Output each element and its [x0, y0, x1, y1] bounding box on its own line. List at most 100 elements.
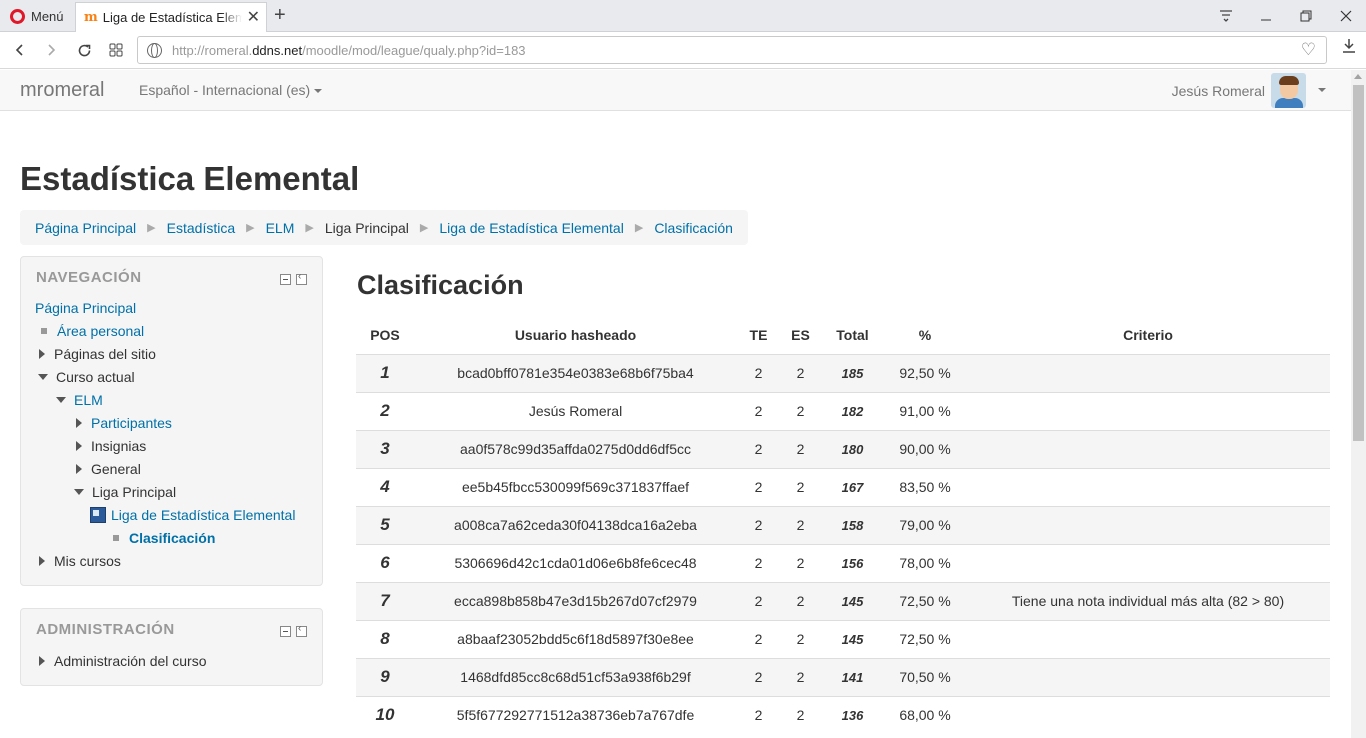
nav-item-label: Páginas del sitio	[54, 346, 156, 362]
breadcrumb-item[interactable]: Clasificación	[654, 220, 733, 236]
breadcrumb-item[interactable]: Página Principal	[35, 220, 136, 236]
nav-item-label: Curso actual	[56, 369, 135, 385]
cell-pos: 6	[356, 543, 414, 582]
bullet-icon	[113, 535, 119, 541]
nav-item-course-admin[interactable]: Administración del curso	[39, 653, 207, 669]
forward-icon[interactable]	[39, 38, 63, 62]
cell-te: 2	[737, 619, 780, 658]
block-minimize-icon[interactable]	[280, 626, 291, 637]
nav-item-elm[interactable]: ELM	[56, 392, 103, 408]
cell-total: 156	[821, 543, 884, 582]
table-row: 5 a008ca7a62ceda30f04138dca16a2eba 2 2 1…	[356, 505, 1330, 544]
column-header-user: Usuario hasheado	[414, 316, 737, 355]
nav-item-label: General	[91, 461, 141, 477]
user-menu-chevron-icon[interactable]	[1318, 88, 1326, 92]
cell-pos: 10	[356, 695, 414, 734]
cell-es: 2	[780, 391, 821, 430]
cell-es: 2	[780, 695, 821, 734]
cell-te: 2	[737, 505, 780, 544]
nav-item-badges[interactable]: Insignias	[76, 438, 146, 454]
cell-total: 167	[821, 467, 884, 506]
cell-percent: 90,00 %	[884, 429, 966, 468]
block-dock-icon[interactable]	[296, 271, 307, 285]
cell-es: 2	[780, 657, 821, 696]
bookmark-heart-icon[interactable]: ♡	[1301, 40, 1316, 60]
opera-menu-label: Menú	[31, 8, 64, 24]
table-header-row: POS Usuario hasheado TE ES Total % Crite…	[356, 316, 1330, 355]
cell-user: aa0f578c99d35affda0275d0dd6df5cc	[414, 429, 737, 468]
cell-user: a008ca7a62ceda30f04138dca16a2eba	[414, 505, 737, 544]
cell-criterio	[966, 467, 1330, 506]
breadcrumb-item[interactable]: ELM	[266, 220, 295, 236]
table-row: 4 ee5b45fbcc530099f569c371837ffaef 2 2 1…	[356, 467, 1330, 506]
url-field[interactable]: http://romeral.ddns.net/moodle/mod/leagu…	[137, 36, 1327, 64]
scroll-up-icon[interactable]	[1354, 74, 1362, 79]
nav-item-site-pages[interactable]: Páginas del sitio	[39, 346, 156, 362]
nav-item-league[interactable]: Liga de Estadística Elemental	[90, 507, 295, 523]
cell-total: 158	[821, 505, 884, 544]
nav-item-my-courses[interactable]: Mis cursos	[39, 553, 121, 569]
cell-user: a8baaf23052bdd5c6f18d5897f30e8ee	[414, 619, 737, 658]
browser-tab[interactable]: m Liga de Estadística Elemental ✕	[75, 2, 267, 32]
breadcrumb-separator-icon: ▶	[147, 222, 156, 234]
cell-es: 2	[780, 467, 821, 506]
chevron-down-icon	[314, 89, 323, 94]
cell-te: 2	[737, 695, 780, 734]
table-row: 3 aa0f578c99d35affda0275d0dd6df5cc 2 2 1…	[356, 429, 1330, 468]
site-brand[interactable]: mromeral	[20, 79, 104, 102]
breadcrumb-separator-icon: ▶	[305, 222, 314, 234]
block-dock-icon[interactable]	[296, 623, 307, 637]
cell-percent: 92,50 %	[884, 353, 966, 392]
nav-item-general[interactable]: General	[76, 461, 141, 477]
cell-es: 2	[780, 429, 821, 468]
cell-criterio	[966, 695, 1330, 734]
avatar[interactable]	[1271, 73, 1306, 108]
page-scrollbar[interactable]	[1351, 70, 1366, 738]
nav-item-label: Liga Principal	[92, 484, 177, 500]
tab-menu-icon[interactable]	[1206, 0, 1246, 32]
collapse-icon	[38, 374, 48, 380]
cell-user: Jesús Romeral	[414, 391, 737, 430]
globe-icon	[147, 42, 162, 58]
cell-user: ecca898b858b47e3d15b267d07cf2979	[414, 581, 737, 620]
cell-total: 145	[821, 581, 884, 620]
minimize-icon[interactable]	[1246, 0, 1286, 32]
nav-item-label: Insignias	[91, 438, 147, 454]
nav-item-participants[interactable]: Participantes	[76, 415, 172, 431]
breadcrumb-item[interactable]: Estadística	[167, 220, 235, 236]
cell-criterio	[966, 543, 1330, 582]
navigation-block: NAVEGACIÓN Página Principal Área persona…	[20, 256, 323, 586]
nav-item-current-course[interactable]: Curso actual	[38, 369, 135, 385]
cell-percent: 83,50 %	[884, 467, 966, 506]
breadcrumb-item[interactable]: Liga de Estadística Elemental	[439, 220, 623, 236]
nav-item-classification[interactable]: Clasificación	[111, 530, 215, 546]
nav-item-dashboard[interactable]: Área personal	[39, 323, 144, 339]
scrollbar-thumb[interactable]	[1353, 85, 1364, 441]
nav-item-liga-principal[interactable]: Liga Principal	[74, 484, 176, 500]
download-icon[interactable]	[1342, 38, 1356, 59]
speed-dial-icon[interactable]	[104, 38, 128, 62]
page-title: Estadística Elemental	[20, 160, 360, 197]
opera-menu-button[interactable]: Menú	[0, 0, 74, 32]
table-row: 7 ecca898b858b47e3d15b267d07cf2979 2 2 1…	[356, 581, 1330, 620]
nav-item-home[interactable]: Página Principal	[35, 300, 136, 316]
new-tab-icon[interactable]: +	[274, 4, 286, 27]
cell-percent: 70,50 %	[884, 657, 966, 696]
reload-icon[interactable]	[72, 38, 96, 62]
breadcrumb-separator-icon: ▶	[246, 222, 255, 234]
user-menu-name[interactable]: Jesús Romeral	[1172, 83, 1265, 99]
tab-close-icon[interactable]: ✕	[247, 9, 260, 26]
cell-te: 2	[737, 391, 780, 430]
cell-pos: 4	[356, 467, 414, 506]
avatar-shirt	[1275, 98, 1303, 108]
cell-criterio	[966, 429, 1330, 468]
close-window-icon[interactable]	[1326, 0, 1366, 32]
cell-user: 5f5f677292771512a38736eb7a767dfe	[414, 695, 737, 734]
block-minimize-icon[interactable]	[280, 274, 291, 285]
cell-percent: 68,00 %	[884, 695, 966, 734]
cell-te: 2	[737, 353, 780, 392]
back-icon[interactable]	[8, 38, 32, 62]
language-menu[interactable]: Español - Internacional (es)	[139, 82, 323, 98]
maximize-icon[interactable]	[1286, 0, 1326, 32]
tab-title: Liga de Estadística Elemental	[102, 10, 242, 25]
